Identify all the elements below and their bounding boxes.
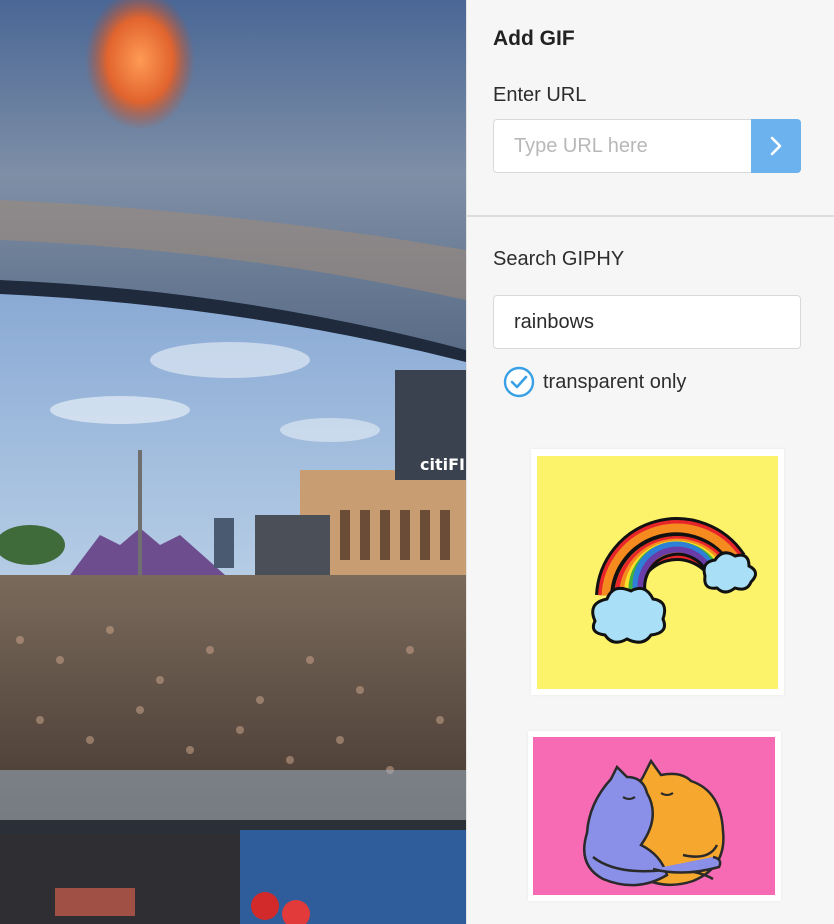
background-photo: citiFIE — [0, 0, 466, 924]
rainbow-icon — [591, 517, 757, 644]
chevron-right-icon — [770, 136, 782, 156]
submit-url-button[interactable] — [751, 119, 801, 173]
giphy-search-input[interactable] — [493, 295, 801, 349]
search-giphy-label: Search GIPHY — [493, 248, 625, 270]
stadium-sign: citiFIE — [420, 455, 466, 474]
enter-url-label: Enter URL — [493, 84, 587, 106]
gif-preview — [537, 456, 778, 689]
panel-title: Add GIF — [493, 27, 575, 50]
add-gif-panel: Add GIF Enter URL Search GIPHY transpare… — [466, 0, 834, 924]
transparent-only-label: transparent only — [543, 370, 687, 393]
gif-result-rainbow[interactable] — [531, 449, 784, 695]
check-circle-icon[interactable] — [503, 366, 535, 398]
gif-preview — [533, 737, 775, 895]
gif-result-cats[interactable] — [528, 731, 781, 901]
section-divider — [467, 215, 834, 217]
url-input[interactable] — [493, 119, 751, 173]
transparent-only-checkbox[interactable]: transparent only — [503, 366, 686, 398]
hugging-cats-icon — [583, 758, 725, 887]
festival-photo-illustration: citiFIE — [0, 0, 466, 924]
